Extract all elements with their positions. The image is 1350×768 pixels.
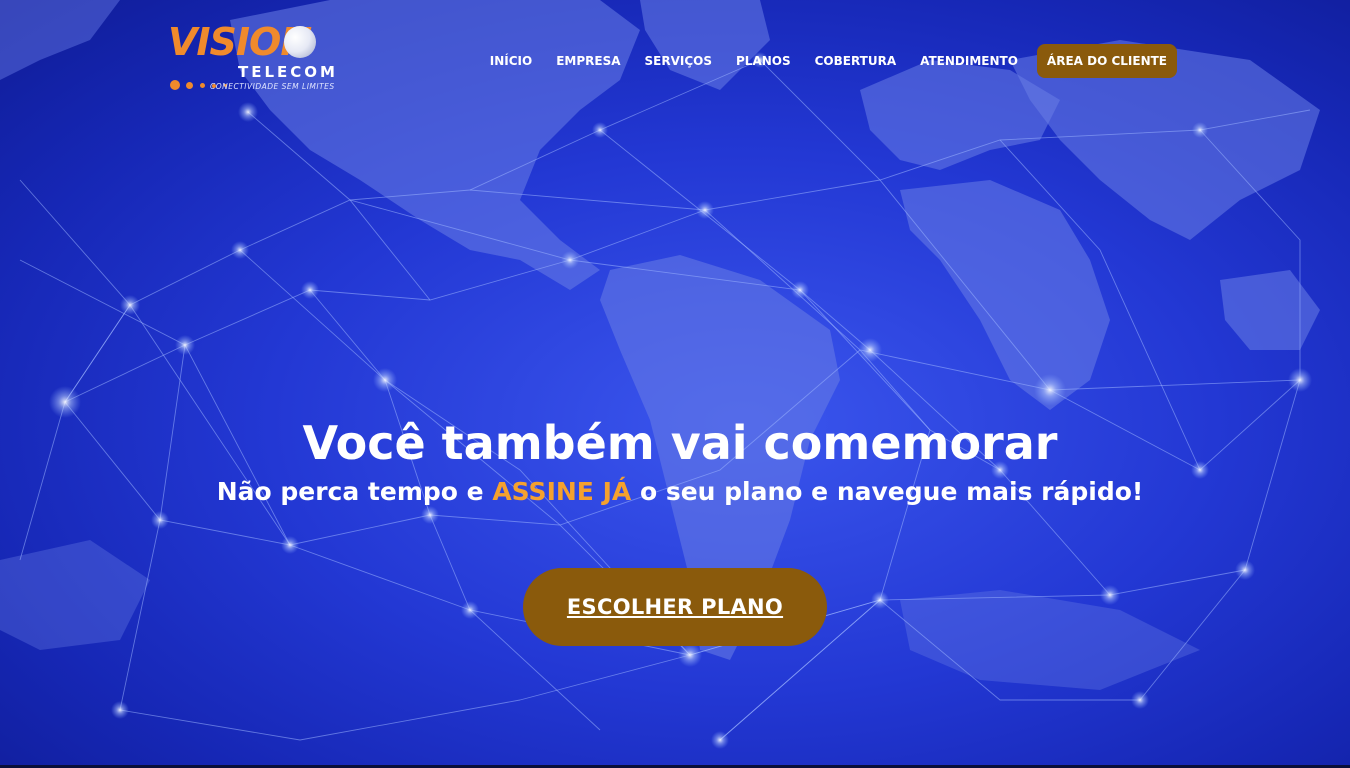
nav-item-empresa[interactable]: EMPRESA — [556, 44, 620, 78]
nav-item-servicos[interactable]: SERVIÇOS — [645, 44, 712, 78]
main-nav: INÍCIO EMPRESA SERVIÇOS PLANOS COBERTURA… — [466, 44, 1177, 78]
subheadline-text-start: Não perca tempo e — [216, 477, 493, 506]
client-area-button[interactable]: ÁREA DO CLIENTE — [1036, 44, 1177, 78]
globe-icon — [284, 26, 316, 58]
hero-subheadline: Não perca tempo e ASSINE JÁ o seu plano … — [0, 473, 1350, 511]
world-map-network-background — [0, 0, 1320, 749]
nav-item-inicio[interactable]: INÍCIO — [490, 44, 532, 78]
nav-item-cobertura[interactable]: COBERTURA — [815, 44, 897, 78]
logo-subtitle: TELECOM — [238, 63, 338, 81]
hero-section: VISION TELECOM CONECTIVIDADE SEM LIMITES… — [0, 0, 1350, 768]
nav-item-planos[interactable]: PLANOS — [736, 44, 791, 78]
logo-tagline: CONECTIVIDADE SEM LIMITES — [210, 82, 335, 91]
subheadline-text-end: o seu plano e navegue mais rápido! — [631, 477, 1144, 506]
hero-headline: Você também vai comemorar — [302, 416, 1058, 470]
brand-logo[interactable]: VISION TELECOM CONECTIVIDADE SEM LIMITES — [168, 22, 368, 96]
subheadline-highlight: ASSINE JÁ — [492, 477, 632, 506]
nav-item-atendimento[interactable]: ATENDIMENTO — [920, 44, 1018, 78]
choose-plan-button[interactable]: ESCOLHER PLANO — [523, 568, 827, 646]
